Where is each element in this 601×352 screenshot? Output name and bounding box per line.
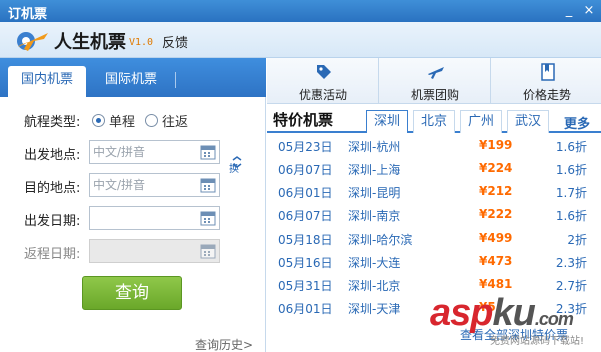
tab-domestic[interactable]: 国内机票 [8,66,86,97]
radio-round-trip-label: 往返 [162,114,189,130]
search-history-link[interactable]: 查询历史> [195,336,253,352]
group-buy-button[interactable]: 机票团购 [379,58,491,104]
close-button[interactable]: × [580,2,598,19]
flight-type-tabbar: 国内机票 国际机票 [0,58,266,97]
departure-input[interactable]: 中文/拼音 [89,140,220,164]
airplane-logo-icon [17,32,48,51]
special-fares-title: 特价机票 [273,111,334,129]
window-title: 订机票 [8,7,48,22]
tag-icon [317,65,331,79]
city-picker-icon[interactable] [200,144,216,160]
calendar-icon[interactable] [200,243,216,259]
flight-row[interactable]: 05月23日 深圳-杭州 ¥199 1.6折 [267,135,601,158]
watermark-main: asp [430,292,493,334]
flight-row[interactable]: 06月01日 深圳-昆明 ¥212 1.7折 [267,181,601,204]
flight-discount: 1.6折 [555,163,587,177]
flight-price: ¥224 [479,161,513,175]
flight-price: ¥481 [479,277,513,291]
flight-discount: 1.7折 [555,186,587,200]
watermark-tld: .com [534,309,574,329]
special-fares-header: 特价机票 深圳 北京 广州 武汉 更多 [267,105,601,133]
minimize-button[interactable]: _ [560,2,578,19]
flight-date: 06月07日 [278,163,333,177]
destination-input[interactable]: 中文/拼音 [89,173,220,197]
flight-row[interactable]: 05月16日 深圳-大连 ¥473 2.3折 [267,251,601,274]
departure-placeholder: 中文/拼音 [93,145,146,159]
site-watermark: aspku.com 免费网站源码下载站! [430,292,601,352]
tab-city-shenzhen[interactable]: 深圳 [366,110,408,133]
depart-date-input[interactable] [89,206,220,230]
flight-discount: 1.6折 [555,140,587,154]
app-header: 人生机票 V1.0 反馈 [0,22,601,58]
flight-date: 05月16日 [278,256,333,270]
return-date-input[interactable] [89,239,220,263]
flight-route[interactable]: 深圳-昆明 [348,184,400,201]
flight-price: ¥473 [479,254,513,268]
radio-round-trip[interactable]: 往返 [145,112,189,130]
radio-dot-unchecked [145,113,158,127]
flight-route[interactable]: 深圳-北京 [348,277,400,294]
title-bar: 订机票 _ × [0,0,601,22]
flight-discount: 2.3折 [555,256,587,270]
flight-row[interactable]: 06月07日 深圳-南京 ¥222 1.6折 [267,204,601,227]
trip-type-label: 航程类型: [24,115,81,130]
bookmark-icon [541,63,555,81]
watermark-logo: aspku.com [430,292,574,335]
search-button[interactable]: 查询 [82,276,182,310]
app-name: 人生机票 [54,32,126,53]
radio-dot-checked [92,113,105,127]
flight-row[interactable]: 06月07日 深圳-上海 ¥224 1.6折 [267,158,601,181]
plane-icon [428,67,444,79]
flight-price: ¥499 [479,231,513,245]
flight-date: 05月18日 [278,233,333,247]
flight-route[interactable]: 深圳-南京 [348,207,400,224]
tab-city-guangzhou[interactable]: 广州 [460,110,502,133]
price-trend-label: 价格走势 [522,88,571,102]
feature-toolbar: 优惠活动 机票团购 价格走势 [267,58,601,104]
swap-button[interactable]: 换 [229,160,239,175]
flight-route[interactable]: 深圳-大连 [348,254,400,271]
city-picker-icon[interactable] [200,177,216,193]
flight-price: ¥222 [479,207,513,221]
radio-one-way-label: 单程 [109,114,136,130]
promotions-button[interactable]: 优惠活动 [267,58,379,104]
promotions-label: 优惠活动 [298,88,347,102]
flight-route[interactable]: 深圳-上海 [348,161,400,178]
flight-discount: 1.6折 [555,209,587,223]
price-trend-button[interactable]: 价格走势 [491,58,601,104]
watermark-ku: ku [492,292,535,334]
flight-date: 06月07日 [278,209,333,223]
flight-date: 06月01日 [278,302,333,316]
group-buy-label: 机票团购 [410,88,459,102]
calendar-icon[interactable] [200,210,216,226]
flight-price: ¥212 [479,184,513,198]
watermark-subtitle: 免费网站源码下载站! [490,336,585,347]
destination-label: 目的地点: [24,181,81,196]
flight-route[interactable]: 深圳-杭州 [348,138,400,155]
return-date-label: 返程日期: [24,247,81,262]
tab-city-beijing[interactable]: 北京 [413,110,455,133]
tab-international[interactable]: 国际机票 [86,66,176,97]
more-link[interactable]: 更多 [564,113,590,132]
flight-date: 06月01日 [278,186,333,200]
radio-one-way[interactable]: 单程 [92,112,136,130]
flight-route[interactable]: 深圳-哈尔滨 [348,231,412,248]
tab-city-wuhan[interactable]: 武汉 [507,110,549,133]
flight-route[interactable]: 深圳-天津 [348,300,400,317]
version-label: V1.0 [129,37,154,48]
flight-row[interactable]: 05月18日 深圳-哈尔滨 ¥499 2折 [267,228,601,251]
search-panel: 国内机票 国际机票 航程类型: 单程 往返 出发地点: 中文/拼音 换 目的地点… [0,58,266,352]
feedback-link[interactable]: 反馈 [162,32,188,51]
depart-date-label: 出发日期: [24,214,81,229]
flight-date: 05月31日 [278,279,333,293]
departure-label: 出发地点: [24,148,81,163]
flight-price: ¥199 [479,138,513,152]
flight-discount: 2折 [567,233,587,247]
flight-date: 05月23日 [278,140,333,154]
destination-placeholder: 中文/拼音 [93,178,146,192]
